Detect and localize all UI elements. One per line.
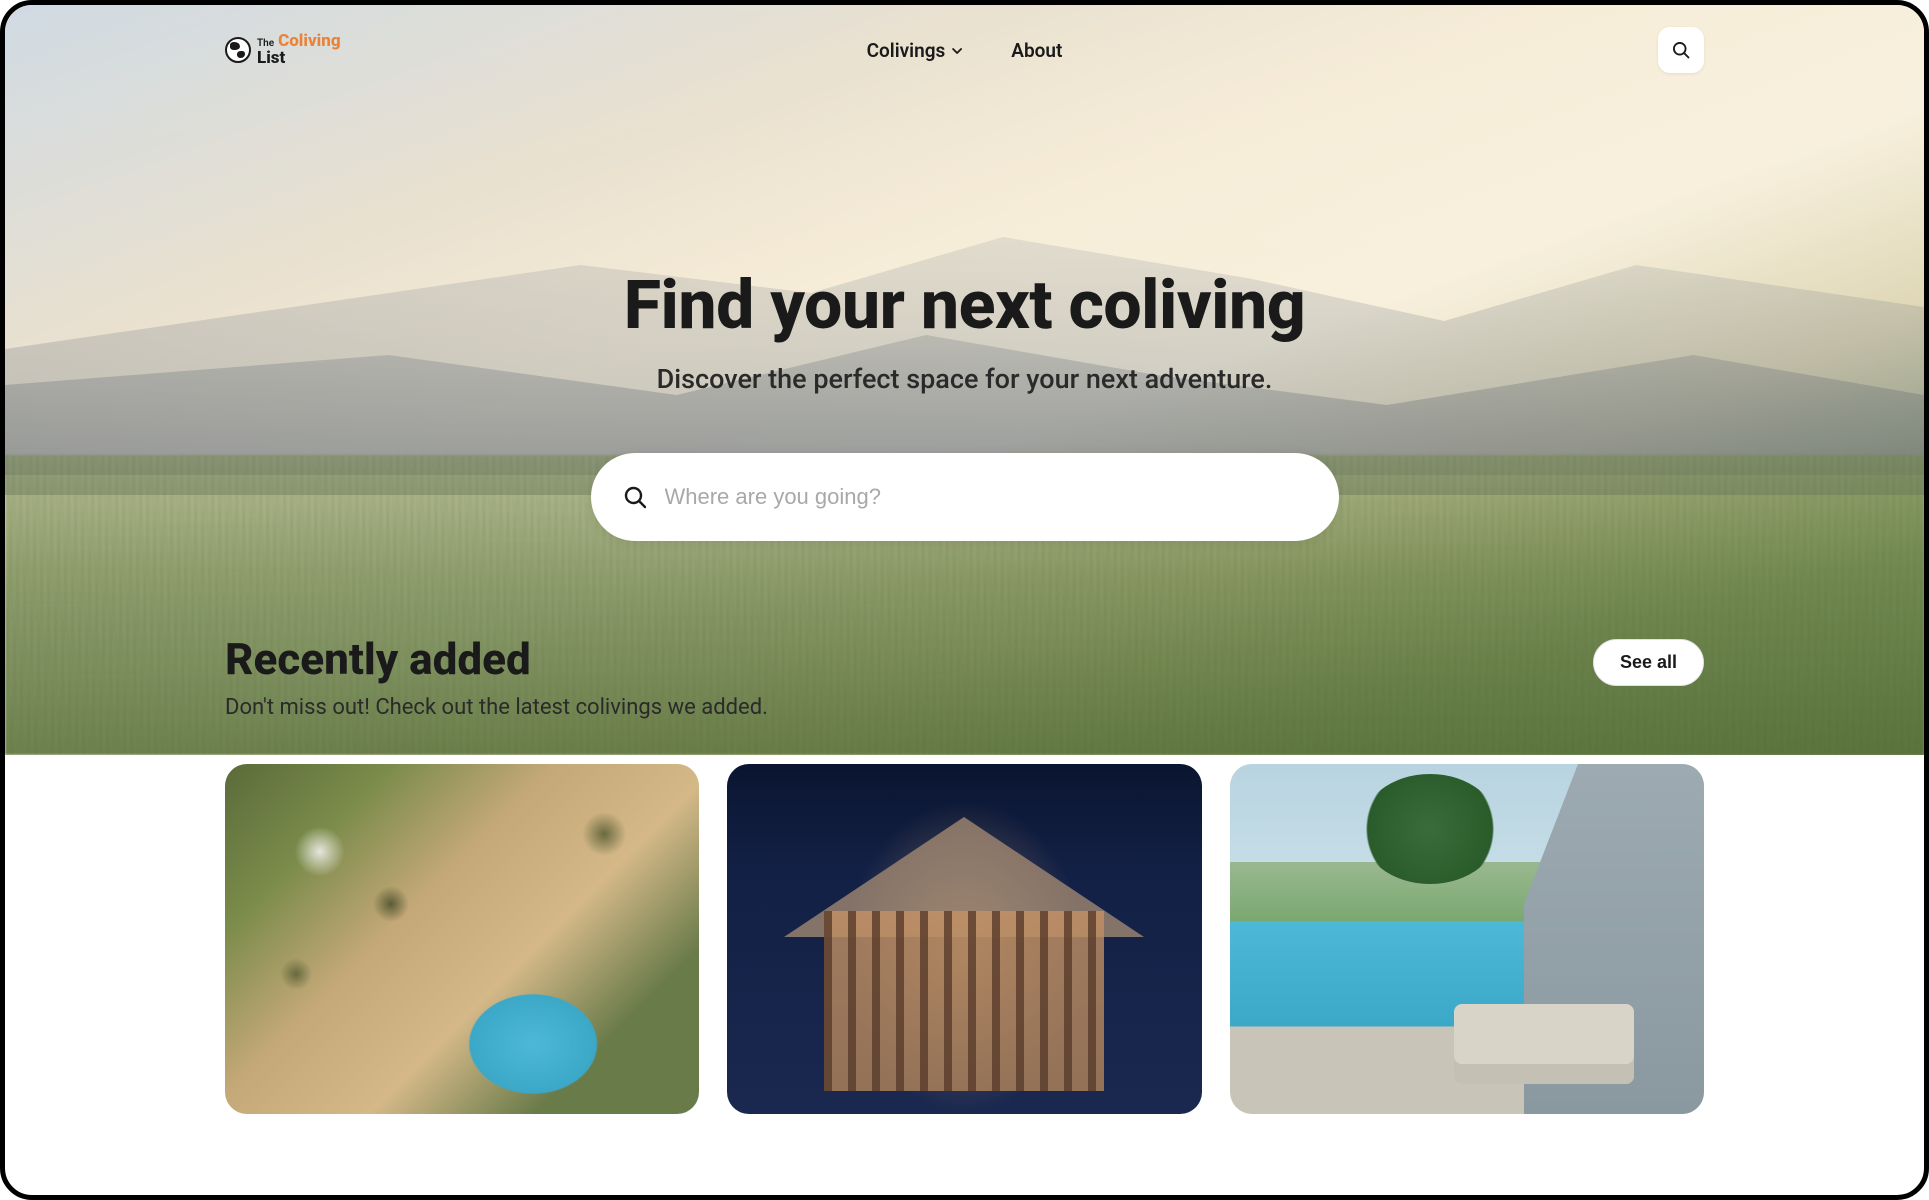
- search-icon: [1671, 40, 1691, 60]
- logo-list: List: [257, 50, 341, 67]
- hero-title: Find your next coliving: [5, 265, 1924, 345]
- listing-card[interactable]: [1230, 764, 1704, 1114]
- logo[interactable]: The Coliving List: [225, 33, 341, 67]
- destination-input[interactable]: [665, 484, 1307, 510]
- section-title: Recently added: [225, 633, 768, 685]
- globe-icon: [225, 37, 251, 63]
- nav-colivings[interactable]: Colivings: [867, 39, 962, 62]
- search-icon: [623, 485, 647, 509]
- section-subtitle: Don't miss out! Check out the latest col…: [225, 695, 768, 720]
- nav-colivings-label: Colivings: [867, 39, 946, 62]
- see-all-button[interactable]: See all: [1593, 639, 1704, 686]
- listing-card[interactable]: [225, 764, 699, 1114]
- card-row: [225, 764, 1704, 1114]
- chevron-down-icon: [951, 45, 961, 55]
- logo-coliving: Coliving: [278, 31, 341, 51]
- main-nav: Colivings About: [867, 39, 1063, 62]
- hero-search-bar[interactable]: [591, 453, 1339, 541]
- header-search-button[interactable]: [1658, 27, 1704, 73]
- recently-added-section: Recently added Don't miss out! Check out…: [5, 541, 1924, 1114]
- listing-card[interactable]: [727, 764, 1201, 1114]
- nav-about-label: About: [1011, 39, 1062, 62]
- hero-subtitle: Discover the perfect space for your next…: [5, 363, 1924, 395]
- listing-image: [225, 764, 699, 1114]
- nav-about[interactable]: About: [1011, 39, 1062, 62]
- header: The Coliving List Colivings About: [5, 5, 1924, 95]
- hero: Find your next coliving Discover the per…: [5, 95, 1924, 541]
- listing-image: [727, 764, 1201, 1114]
